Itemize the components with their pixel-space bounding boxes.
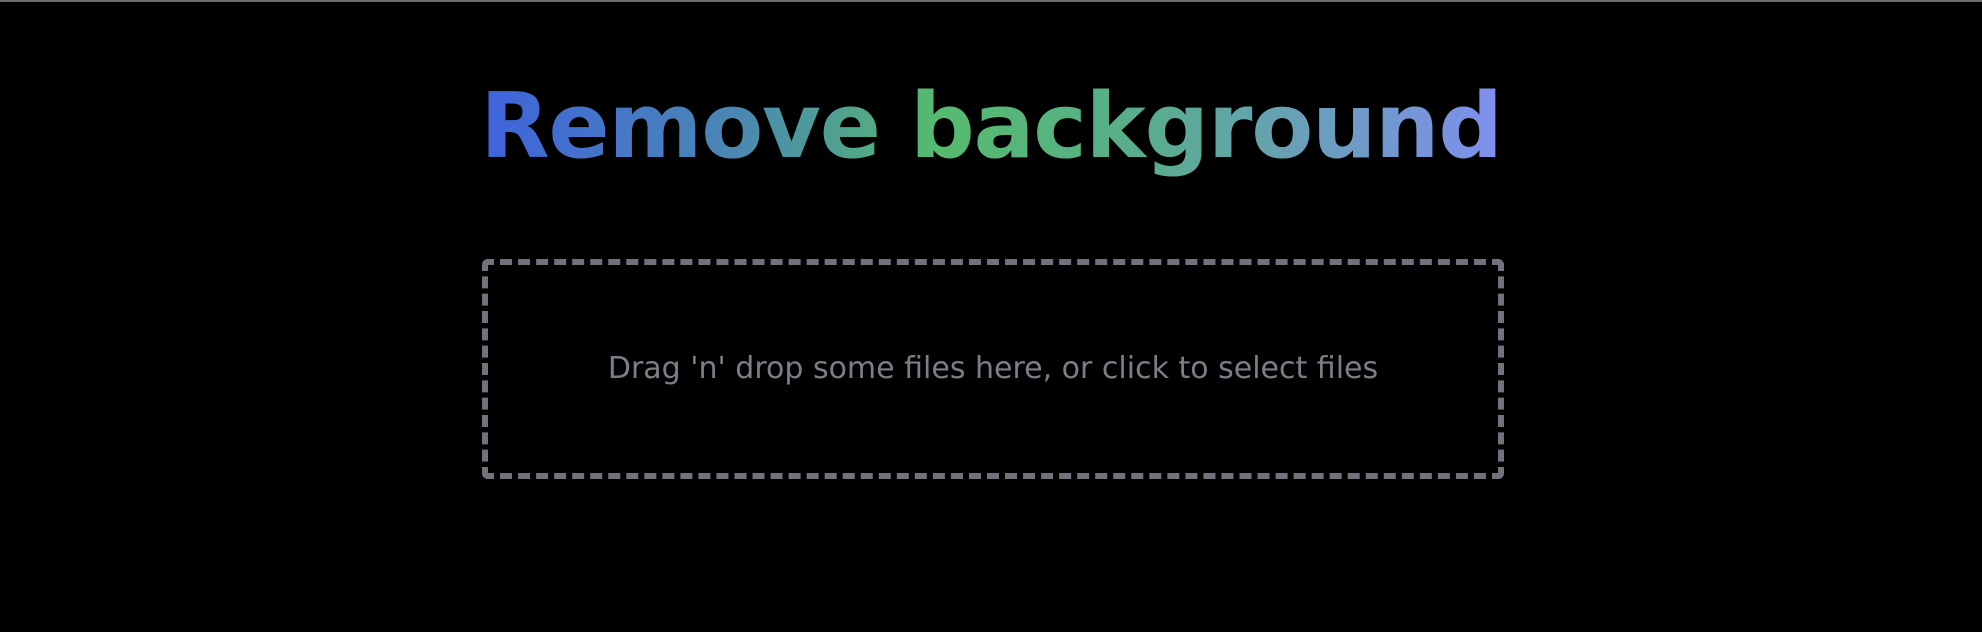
- page-title-text: Remove background: [480, 72, 1503, 182]
- file-dropzone[interactable]: Drag 'n' drop some files here, or click …: [482, 259, 1504, 479]
- dropzone-prompt: Drag 'n' drop some files here, or click …: [607, 351, 1379, 386]
- page-title: Remove background: [0, 72, 1982, 182]
- page: Remove background Drag 'n' drop some fil…: [0, 0, 1982, 632]
- window-top-border: [0, 0, 1982, 2]
